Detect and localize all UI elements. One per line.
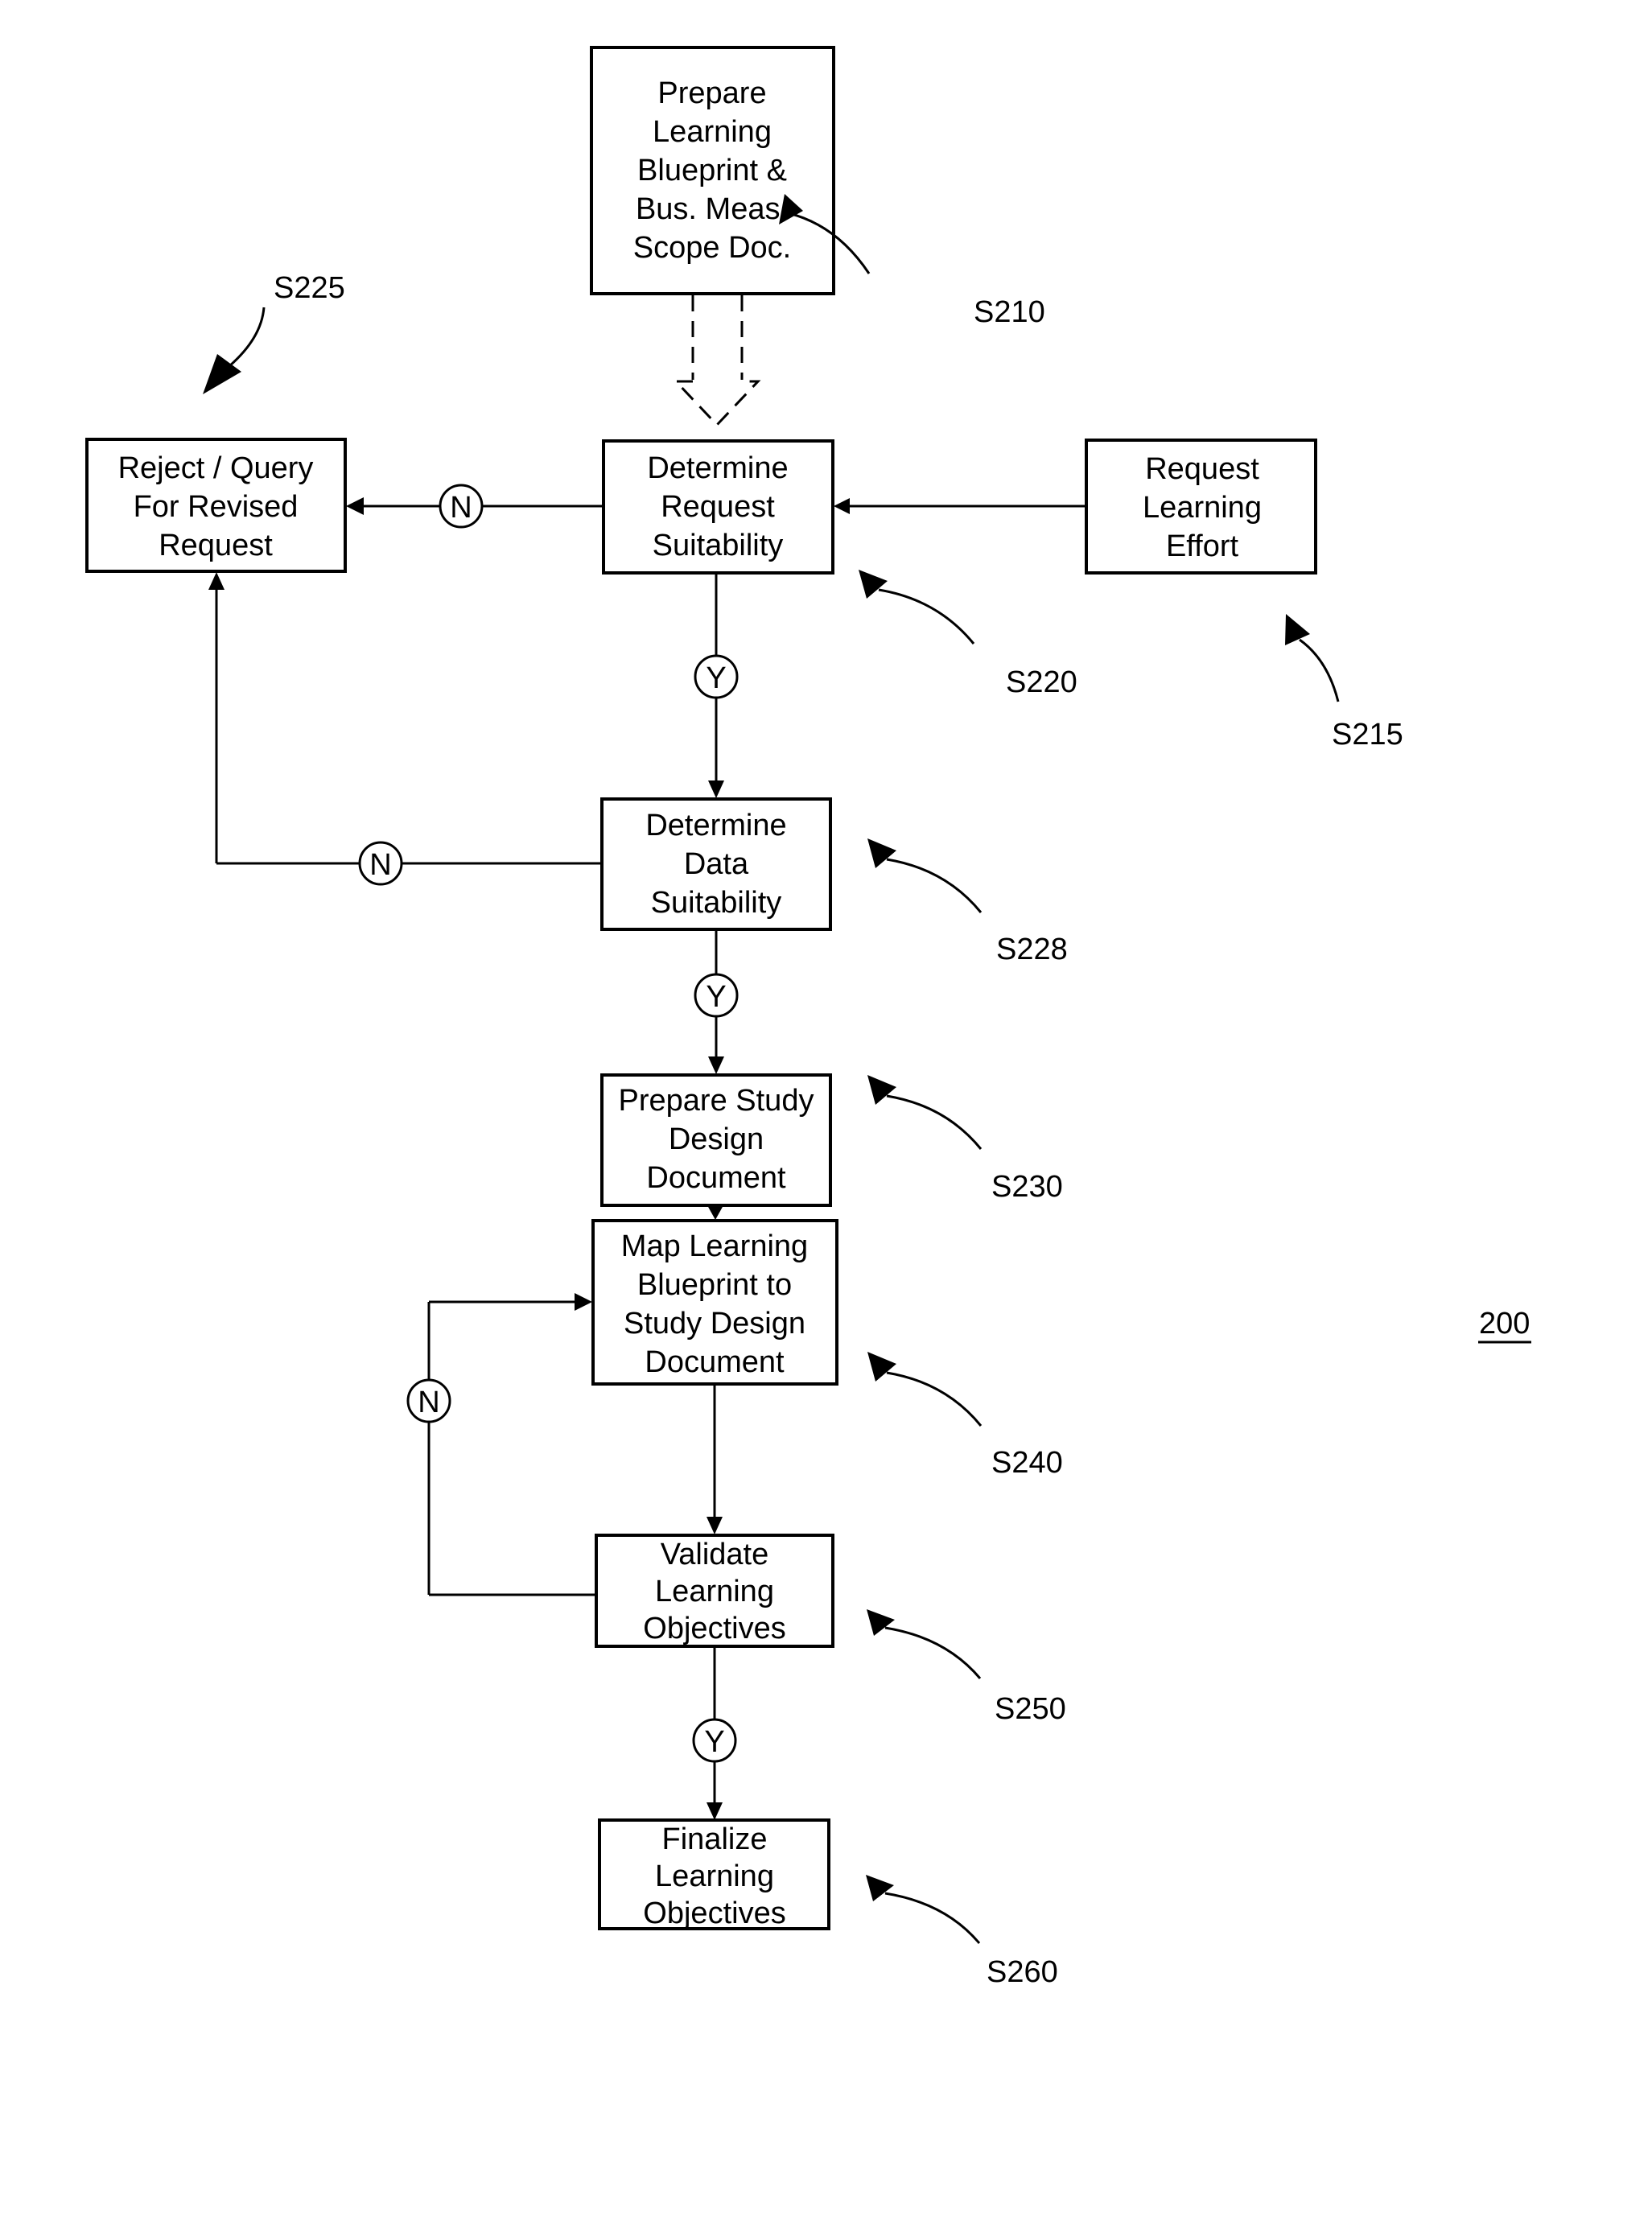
step-s225-line-3: Request bbox=[159, 529, 273, 562]
figure-number: 200 bbox=[1478, 1307, 1531, 1344]
connector-s228-s230: Y bbox=[694, 929, 739, 1074]
figure-number-label: 200 bbox=[1479, 1307, 1530, 1341]
step-s240-box: Map Learning Blueprint to Study Design D… bbox=[591, 1219, 838, 1386]
step-s220-line-2: Request bbox=[661, 490, 775, 524]
step-s260-line-2: Learning bbox=[655, 1860, 774, 1893]
ref-label-s220: S220 bbox=[1006, 665, 1077, 699]
connector-s210-s220 bbox=[673, 295, 761, 427]
leader-arrowhead-icon bbox=[867, 838, 896, 868]
ref-label-s240: S240 bbox=[991, 1446, 1063, 1480]
step-s250-box: Validate Learning Objectives bbox=[595, 1534, 834, 1648]
step-s228-line-2: Data bbox=[684, 847, 749, 881]
step-s228-line-3: Suitability bbox=[651, 886, 782, 920]
arrowhead-icon bbox=[346, 497, 364, 515]
ref-label-s228: S228 bbox=[996, 933, 1068, 966]
step-s220-line-1: Determine bbox=[647, 451, 788, 485]
decision-no-label: N bbox=[418, 1386, 439, 1419]
step-s220-box: Determine Request Suitability bbox=[602, 439, 834, 575]
decision-no-label: N bbox=[369, 848, 391, 882]
step-s210-box: Prepare Learning Blueprint & Bus. Meas. … bbox=[590, 46, 835, 295]
step-s210-line-3: Blueprint & bbox=[637, 154, 787, 187]
decision-no-label: N bbox=[450, 491, 472, 525]
ref-s250: S250 bbox=[867, 1609, 1066, 1726]
step-s240-line-1: Map Learning bbox=[621, 1229, 808, 1263]
leader-arrowhead-icon bbox=[867, 1352, 896, 1382]
step-s220-line-3: Suitability bbox=[653, 529, 784, 562]
connector-s220-s228: Y bbox=[694, 573, 739, 798]
connector-s250-s260: Y bbox=[692, 1646, 737, 1820]
ref-label-s215: S215 bbox=[1332, 718, 1403, 752]
leader-arrowhead-icon bbox=[859, 570, 888, 599]
step-s210-line-4: Bus. Meas. bbox=[636, 192, 789, 226]
step-s225-box: Reject / Query For Revised Request bbox=[85, 438, 347, 573]
step-s225-line-1: Reject / Query bbox=[118, 451, 314, 485]
step-s230-line-2: Design bbox=[669, 1122, 764, 1156]
connector-s228-s225: N bbox=[208, 572, 602, 886]
step-s240-line-3: Study Design bbox=[624, 1307, 805, 1341]
connector-s250-s240-loop: N bbox=[406, 1293, 596, 1596]
leader-arrowhead-icon bbox=[867, 1075, 896, 1105]
step-s260-box: Finalize Learning Objectives bbox=[598, 1818, 830, 1930]
leader-arrowhead-icon bbox=[866, 1875, 894, 1901]
step-s215-line-3: Effort bbox=[1166, 529, 1239, 563]
arrowhead-icon bbox=[707, 1802, 723, 1820]
ref-label-s230: S230 bbox=[991, 1170, 1063, 1204]
step-s240-line-2: Blueprint to bbox=[637, 1268, 792, 1302]
step-s215-line-2: Learning bbox=[1143, 491, 1262, 525]
step-s230-box: Prepare Study Design Document bbox=[600, 1073, 832, 1207]
step-s250-line-2: Learning bbox=[655, 1575, 774, 1608]
ref-label-s210: S210 bbox=[974, 295, 1045, 329]
step-s260-line-3: Objectives bbox=[643, 1897, 785, 1930]
ref-label-s250: S250 bbox=[995, 1692, 1066, 1726]
decision-yes-label: Y bbox=[706, 980, 726, 1014]
step-s230-line-1: Prepare Study bbox=[619, 1084, 814, 1118]
step-s228-line-1: Determine bbox=[645, 809, 786, 842]
arrowhead-icon bbox=[707, 1205, 723, 1220]
leader-arrowhead-icon bbox=[867, 1609, 895, 1636]
step-s215-line-1: Request bbox=[1145, 452, 1259, 486]
decision-yes-label: Y bbox=[706, 661, 726, 695]
ref-s240: S240 bbox=[867, 1352, 1063, 1480]
step-s228-box: Determine Data Suitability bbox=[600, 797, 832, 931]
connector-s220-s225: N bbox=[346, 484, 604, 529]
arrowhead-icon bbox=[708, 1056, 724, 1074]
decision-yes-label: Y bbox=[704, 1725, 724, 1759]
arrowhead-icon bbox=[707, 1517, 723, 1534]
step-s210-line-2: Learning bbox=[653, 115, 772, 149]
ref-label-s260: S260 bbox=[987, 1955, 1058, 1989]
step-s225-line-2: For Revised bbox=[134, 490, 299, 524]
step-s210-line-1: Prepare bbox=[657, 76, 766, 110]
ref-s260: S260 bbox=[866, 1875, 1058, 1989]
ref-s225: S225 bbox=[203, 271, 345, 394]
step-s215-box: Request Learning Effort bbox=[1085, 439, 1317, 575]
ref-s228: S228 bbox=[867, 838, 1068, 966]
ref-s220: S220 bbox=[859, 570, 1077, 699]
arrowhead-icon bbox=[575, 1293, 592, 1311]
arrowhead-icon bbox=[708, 780, 724, 798]
ref-label-s225: S225 bbox=[274, 271, 345, 305]
arrowhead-icon bbox=[208, 572, 225, 590]
step-s260-line-1: Finalize bbox=[662, 1822, 768, 1856]
connector-s230-s240 bbox=[707, 1205, 723, 1220]
leader-arrowhead-icon bbox=[1285, 614, 1310, 645]
step-s230-line-3: Document bbox=[646, 1161, 786, 1195]
ref-s215: S215 bbox=[1285, 614, 1403, 752]
connector-s240-s250 bbox=[707, 1384, 723, 1534]
flowchart-diagram: Prepare Learning Blueprint & Bus. Meas. … bbox=[85, 46, 1531, 1989]
step-s250-line-1: Validate bbox=[661, 1538, 769, 1571]
ref-s230: S230 bbox=[867, 1075, 1063, 1204]
step-s240-line-4: Document bbox=[645, 1345, 785, 1379]
step-s210-line-5: Scope Doc. bbox=[633, 231, 791, 265]
step-s250-line-3: Objectives bbox=[643, 1612, 785, 1645]
connector-s215-s220 bbox=[834, 498, 1086, 514]
arrowhead-icon bbox=[834, 498, 850, 514]
